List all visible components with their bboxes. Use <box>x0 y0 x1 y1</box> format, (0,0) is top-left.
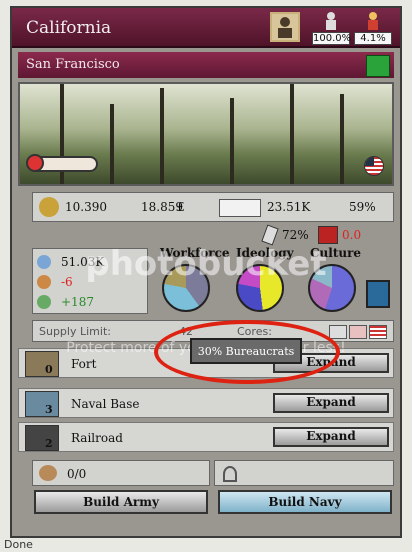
stat-right: 4.1% <box>354 10 392 45</box>
stat-left: 100.0% <box>312 10 352 45</box>
railroad-icon <box>25 425 59 451</box>
province-bar: San Francisco <box>18 52 394 78</box>
militancy-value: 0.0 <box>342 228 362 242</box>
building-name: Fort <box>71 357 97 371</box>
building-row-railroad: 2 Railroad Expand <box>18 422 394 452</box>
fort-icon <box>25 351 59 377</box>
province-name: San Francisco <box>26 57 120 72</box>
building-level: 3 <box>45 403 53 416</box>
anchor-icon <box>223 466 237 482</box>
building-name: Railroad <box>71 431 123 445</box>
money-value: 10.390 <box>65 200 107 214</box>
province-window: California 100.0% 4.1% San Francisco 10.… <box>10 6 402 538</box>
portrait-button[interactable] <box>270 12 300 42</box>
culture-pie[interactable] <box>308 264 356 312</box>
red-circle-annotation <box>154 320 340 384</box>
migration-icon <box>37 275 51 289</box>
building-name: Naval Base <box>71 397 140 411</box>
army-count: 0/0 <box>67 467 87 481</box>
army-icon <box>39 465 57 481</box>
population-icon <box>37 255 51 269</box>
stat-right-value: 4.1% <box>354 32 392 45</box>
growth-icon <box>37 295 51 309</box>
population-box: 51.03K -6 +187 <box>32 248 148 314</box>
soldier-icon <box>312 10 350 32</box>
income-unit: £ <box>177 200 185 214</box>
supply-label: Supply Limit: <box>39 325 111 338</box>
thermometer-icon <box>26 154 98 172</box>
building-level: 0 <box>45 363 53 376</box>
population-growth: +187 <box>61 295 94 309</box>
literacy-value: 72% <box>282 228 309 242</box>
terrain-image <box>18 82 394 186</box>
army-box: 0/0 <box>32 460 210 486</box>
state-title: California <box>26 18 112 38</box>
expand-railroad-button[interactable]: Expand <box>273 427 389 447</box>
build-army-button[interactable]: Build Army <box>34 490 208 514</box>
pen-icon <box>261 224 279 246</box>
person-icon <box>354 10 392 32</box>
tree <box>340 94 344 184</box>
rebel-flag-icon <box>318 226 338 244</box>
tree <box>290 84 294 184</box>
leader-portrait-icon <box>278 17 292 38</box>
pops-value: 23.51K <box>267 200 311 214</box>
navy-box <box>214 460 394 486</box>
economy-bar: 10.390 18.859 £ 23.51K 59% <box>32 192 394 222</box>
tree <box>230 98 234 184</box>
stat-left-value: 100.0% <box>312 32 352 45</box>
tree <box>160 88 164 184</box>
population-total: 51.03K <box>61 255 105 269</box>
ideology-label: Ideology <box>236 246 294 260</box>
build-navy-button[interactable]: Build Navy <box>218 490 392 514</box>
pop-types-icon <box>219 199 261 217</box>
population-change: -6 <box>61 275 73 289</box>
title-bar: California 100.0% 4.1% <box>12 8 400 48</box>
workforce-pie[interactable] <box>162 264 210 312</box>
factory-icon[interactable] <box>366 55 390 77</box>
coins-icon <box>39 197 59 217</box>
core-flag-icon <box>369 325 387 339</box>
status-text: Done <box>4 538 33 551</box>
expand-naval-base-button[interactable]: Expand <box>273 393 389 413</box>
tree <box>110 104 114 184</box>
core-flag-icon <box>329 325 347 339</box>
workforce-label: Workforce <box>160 246 230 260</box>
building-row-naval-base: 3 Naval Base Expand <box>18 388 394 418</box>
flag-icon <box>364 156 384 176</box>
core-flag-icon <box>349 325 367 339</box>
culture-label: Culture <box>310 246 362 260</box>
pop-details-button[interactable] <box>366 280 390 308</box>
naval-base-icon <box>25 391 59 417</box>
building-level: 2 <box>45 437 53 450</box>
ideology-pie[interactable] <box>236 264 284 312</box>
pop-percent: 59% <box>349 200 376 214</box>
